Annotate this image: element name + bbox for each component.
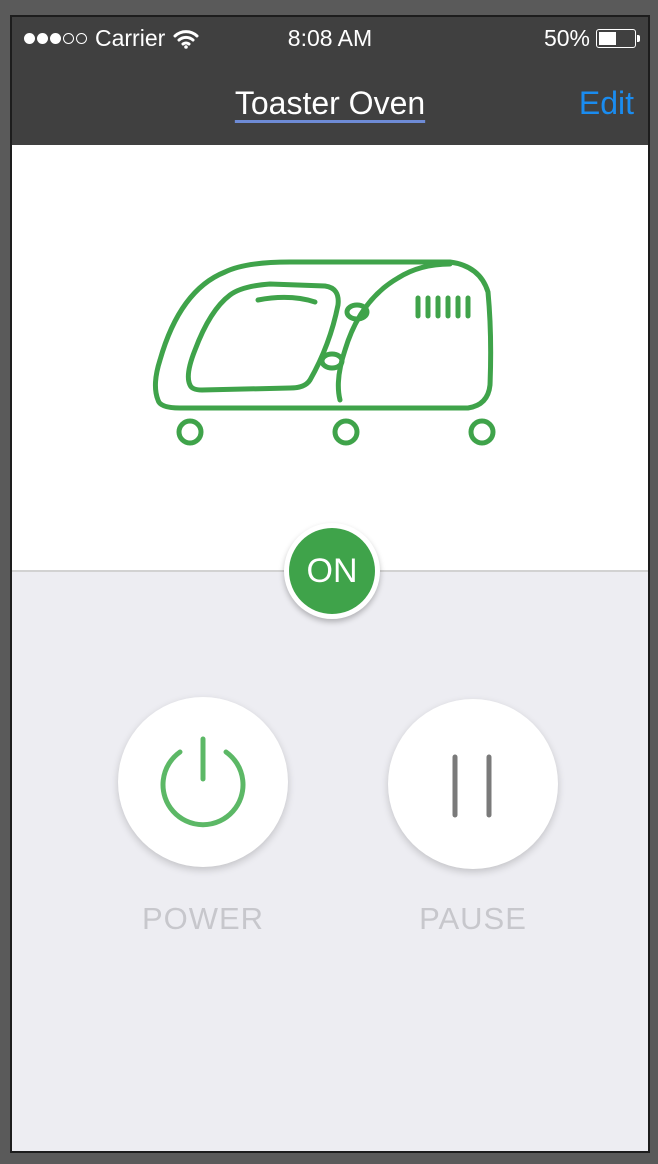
page-title: Toaster Oven (12, 85, 648, 122)
pause-icon (452, 754, 492, 818)
power-state-label: ON (289, 528, 375, 614)
power-state-badge: ON (284, 523, 380, 619)
app-screen: Carrier 8:08 AM 50% Toaster Oven Edit ON… (10, 15, 650, 1153)
battery-percentage: 50% (543, 25, 590, 51)
battery-nub (637, 35, 640, 42)
device-illustration-panel (12, 145, 648, 572)
page-title-text: Toaster Oven (234, 85, 426, 121)
power-label: POWER (141, 901, 265, 936)
toaster-oven-icon (152, 259, 496, 446)
power-button[interactable] (118, 697, 288, 867)
battery-fill (599, 32, 617, 45)
header: Carrier 8:08 AM 50% Toaster Oven Edit (12, 17, 648, 145)
status-right: 50% (543, 25, 640, 52)
pause-button[interactable] (388, 699, 558, 869)
power-icon (160, 736, 246, 828)
battery-icon (596, 29, 640, 48)
status-bar: Carrier 8:08 AM 50% (12, 17, 648, 61)
edit-button[interactable]: Edit (579, 85, 634, 122)
pause-label: PAUSE (419, 901, 527, 936)
